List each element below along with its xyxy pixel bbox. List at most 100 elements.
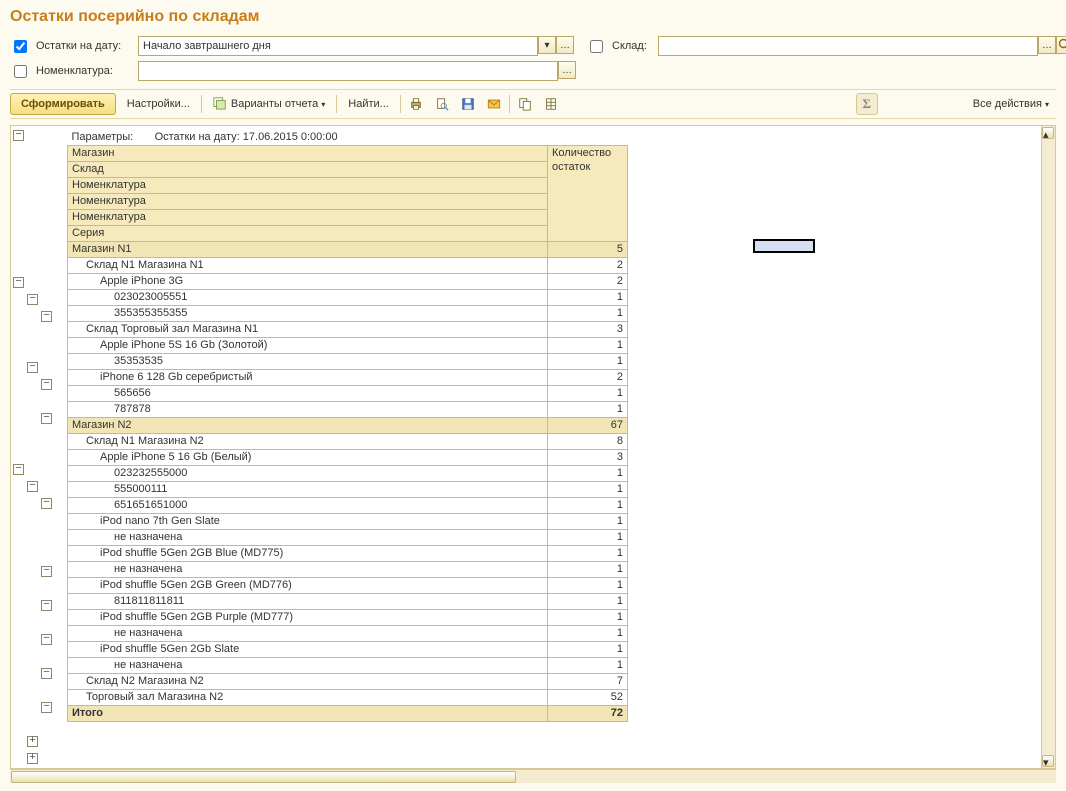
tree-node[interactable]: − [27, 294, 38, 305]
preview-icon[interactable] [431, 93, 453, 115]
tree-node[interactable]: − [41, 413, 52, 424]
row-qty: 2 [548, 370, 628, 386]
sheet-icon[interactable] [540, 93, 562, 115]
table-row[interactable]: 0232325550001 [68, 466, 628, 482]
scrollbar-v-up[interactable]: ▴ [1042, 127, 1054, 139]
nomenclature-filter-value[interactable] [138, 61, 558, 81]
find-button[interactable]: Найти... [341, 93, 396, 115]
table-row[interactable]: не назначена1 [68, 658, 628, 674]
tree-node[interactable]: − [13, 464, 24, 475]
table-row[interactable]: Склад N2 Магазина N27 [68, 674, 628, 690]
header-group-row: Серия [68, 226, 548, 242]
table-row[interactable]: 0230230055511 [68, 290, 628, 306]
table-row[interactable]: iPod shuffle 5Gen 2GB Green (MD776)1 [68, 578, 628, 594]
table-row[interactable]: 5550001111 [68, 482, 628, 498]
tree-node[interactable]: − [41, 702, 52, 713]
row-qty: 1 [548, 642, 628, 658]
row-name: iPod shuffle 5Gen 2GB Green (MD776) [68, 578, 548, 594]
row-qty: 1 [548, 386, 628, 402]
row-qty: 1 [548, 354, 628, 370]
total-label: Итого [68, 706, 548, 722]
table-row[interactable]: iPod shuffle 5Gen 2GB Blue (MD775)1 [68, 546, 628, 562]
scrollbar-v-down[interactable]: ▾ [1042, 755, 1054, 767]
row-qty: 2 [548, 258, 628, 274]
scrollbar-horizontal[interactable] [10, 769, 1056, 783]
table-row[interactable]: 3553553553551 [68, 306, 628, 322]
table-row[interactable]: не назначена1 [68, 562, 628, 578]
scrollbar-vertical[interactable]: ▴ ▾ [1041, 126, 1055, 768]
row-name: 651651651000 [68, 498, 548, 514]
table-row[interactable]: 353535351 [68, 354, 628, 370]
tree-node[interactable]: − [13, 277, 24, 288]
row-qty: 1 [548, 578, 628, 594]
table-row[interactable]: Магазин N267 [68, 418, 628, 434]
row-qty: 1 [548, 546, 628, 562]
date-select-button[interactable]: … [556, 36, 574, 54]
table-row[interactable]: Склад N1 Магазина N12 [68, 258, 628, 274]
tree-node[interactable]: + [27, 753, 38, 764]
warehouse-select-button[interactable]: … [1038, 36, 1056, 54]
tree-node[interactable]: − [27, 481, 38, 492]
copy-icon[interactable] [514, 93, 536, 115]
scrollbar-h-thumb[interactable] [11, 771, 516, 783]
table-row[interactable]: 5656561 [68, 386, 628, 402]
table-row[interactable]: 7878781 [68, 402, 628, 418]
row-name: 023023005551 [68, 290, 548, 306]
report-variants-button[interactable]: Варианты отчета ▾ [206, 93, 332, 115]
date-filter-checkbox[interactable] [14, 40, 27, 53]
save-icon[interactable] [457, 93, 479, 115]
settings-button[interactable]: Настройки... [120, 93, 197, 115]
row-name: Склад N1 Магазина N2 [68, 434, 548, 450]
header-qty: Количествоостаток [548, 146, 628, 242]
table-row[interactable]: Apple iPhone 5 16 Gb (Белый)3 [68, 450, 628, 466]
row-qty: 7 [548, 674, 628, 690]
date-filter-value[interactable]: Начало завтрашнего дня [138, 36, 538, 56]
table-row[interactable]: не назначена1 [68, 530, 628, 546]
row-qty: 1 [548, 658, 628, 674]
nomenclature-select-button[interactable]: … [558, 61, 576, 79]
table-row[interactable]: iPod nano 7th Gen Slate1 [68, 514, 628, 530]
table-row[interactable]: 6516516510001 [68, 498, 628, 514]
date-dropdown-button[interactable]: ▾ [538, 36, 556, 54]
sum-icon[interactable]: Σ [856, 93, 878, 115]
print-icon[interactable] [405, 93, 427, 115]
table-row[interactable]: Склад Торговый зал Магазина N13 [68, 322, 628, 338]
table-row[interactable]: iPod shuffle 5Gen 2Gb Slate1 [68, 642, 628, 658]
form-button[interactable]: Сформировать [10, 93, 116, 115]
table-row[interactable]: Склад N1 Магазина N28 [68, 434, 628, 450]
tree-node[interactable]: − [27, 362, 38, 373]
row-qty: 1 [548, 610, 628, 626]
tree-node[interactable]: − [41, 600, 52, 611]
row-qty: 8 [548, 434, 628, 450]
row-qty: 3 [548, 322, 628, 338]
warehouse-filter-checkbox[interactable] [590, 40, 603, 53]
row-qty: 52 [548, 690, 628, 706]
tree-node[interactable]: − [41, 379, 52, 390]
table-row[interactable]: iPod shuffle 5Gen 2GB Purple (MD777)1 [68, 610, 628, 626]
tree-node-root[interactable]: − [13, 130, 24, 141]
table-row[interactable]: не назначена1 [68, 626, 628, 642]
table-row[interactable]: Торговый зал Магазина N252 [68, 690, 628, 706]
variants-icon [213, 96, 227, 113]
table-row[interactable]: Apple iPhone 5S 16 Gb (Золотой)1 [68, 338, 628, 354]
tree-node[interactable]: − [41, 566, 52, 577]
row-name: iPhone 6 128 Gb серебристый [68, 370, 548, 386]
tree-node[interactable]: + [27, 736, 38, 747]
warehouse-search-button[interactable] [1056, 36, 1066, 54]
warehouse-filter-value[interactable] [658, 36, 1038, 56]
row-name: Магазин N2 [68, 418, 548, 434]
table-row[interactable]: Магазин N15 [68, 242, 628, 258]
mail-icon[interactable] [483, 93, 505, 115]
nomenclature-filter-label: Номенклатура: [36, 65, 132, 77]
table-row[interactable]: 8118118118111 [68, 594, 628, 610]
table-row[interactable]: Apple iPhone 3G2 [68, 274, 628, 290]
all-actions-button[interactable]: Все действия ▾ [966, 93, 1056, 115]
selection-cursor[interactable] [753, 239, 815, 253]
params-caption: Параметры: [72, 130, 152, 145]
tree-node[interactable]: − [41, 498, 52, 509]
tree-node[interactable]: − [41, 311, 52, 322]
nomenclature-filter-checkbox[interactable] [14, 65, 27, 78]
tree-node[interactable]: − [41, 634, 52, 645]
table-row[interactable]: iPhone 6 128 Gb серебристый2 [68, 370, 628, 386]
tree-node[interactable]: − [41, 668, 52, 679]
